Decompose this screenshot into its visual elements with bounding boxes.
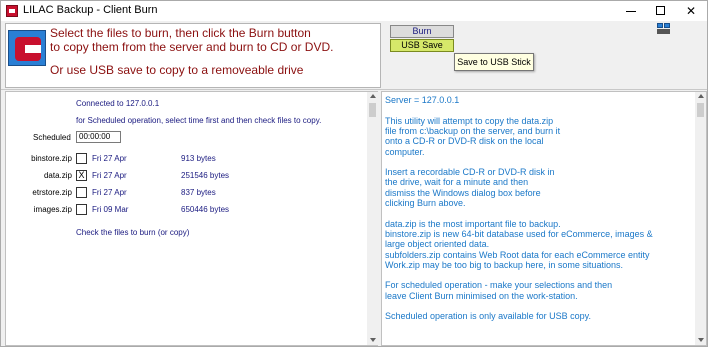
- file-date: Fri 27 Apr: [92, 171, 127, 180]
- scheduled-time-input[interactable]: 00:00:00: [76, 131, 121, 143]
- file-row: data.zip X Fri 27 Apr 251546 bytes: [6, 169, 366, 185]
- scheduled-note: for Scheduled operation, select time fir…: [76, 116, 322, 125]
- info-line: leave Client Burn minimised on the work-…: [385, 290, 578, 301]
- info-line: data.zip is the most important file to b…: [385, 218, 561, 229]
- burn-button[interactable]: Burn: [390, 25, 454, 38]
- lilac-logo-icon: [8, 30, 46, 66]
- file-row: binstore.zip Fri 27 Apr 913 bytes: [6, 152, 366, 168]
- info-panel: Server = 127.0.0.1 This utility will atte…: [381, 91, 707, 346]
- file-checkbox[interactable]: [76, 204, 87, 215]
- logo-c-shape: [15, 37, 41, 61]
- app-window: LILAC Backup - Client Burn ✕ Select the …: [0, 0, 708, 347]
- file-size: 650446 bytes: [181, 205, 230, 214]
- app-logo-icon: [6, 5, 18, 17]
- info-line: For scheduled operation - make your sele…: [385, 280, 613, 291]
- scroll-up-arrow-icon[interactable]: [370, 94, 376, 98]
- info-line: Server = 127.0.0.1: [385, 95, 460, 105]
- file-row: images.zip Fri 09 Mar 650446 bytes: [6, 203, 366, 219]
- network-computers-icon[interactable]: [657, 23, 671, 35]
- file-name: etrstore.zip: [32, 188, 72, 197]
- selection-hint: Check the files to burn (or copy): [76, 228, 190, 237]
- connection-status: Connected to 127.0.0.1: [76, 99, 160, 108]
- scroll-down-arrow-icon[interactable]: [698, 338, 704, 342]
- info-line: computer.: [385, 146, 425, 157]
- info-line: Scheduled operation is only available fo…: [385, 311, 591, 322]
- file-selection-panel: Connected to 127.0.0.1 for Scheduled ope…: [5, 91, 378, 346]
- usb-save-button[interactable]: USB Save: [390, 39, 454, 52]
- instructions-panel: Select the files to burn, then click the…: [5, 23, 381, 88]
- file-checkbox[interactable]: [76, 187, 87, 198]
- scroll-up-arrow-icon[interactable]: [698, 94, 704, 98]
- monitor-right-shape: [664, 23, 670, 28]
- info-line: Work.zip may be too big to backup here, …: [385, 259, 623, 270]
- logo-c-cutout: [25, 45, 41, 53]
- scheduled-label: Scheduled: [33, 133, 71, 142]
- info-line: onto a CD-R or DVD-R disk on the local: [385, 136, 544, 147]
- instruction-line-2: to copy them from the server and burn to…: [50, 40, 334, 54]
- minimize-icon: [626, 11, 636, 12]
- file-date: Fri 09 Mar: [92, 205, 129, 214]
- minimize-button[interactable]: [617, 1, 645, 21]
- right-scrollbar[interactable]: [695, 92, 706, 345]
- info-line: Insert a recordable CD-R or DVD-R disk i…: [385, 167, 555, 178]
- info-line: file from c:\backup on the server, and b…: [385, 125, 561, 136]
- info-line: the drive, wait for a minute and then: [385, 177, 529, 188]
- window-title: LILAC Backup - Client Burn: [23, 4, 158, 16]
- scroll-down-arrow-icon[interactable]: [370, 338, 376, 342]
- base-shape: [657, 29, 670, 34]
- info-line: dismiss the Windows dialog box before: [385, 187, 541, 198]
- title-bar: LILAC Backup - Client Burn ✕: [1, 1, 707, 21]
- info-line: clicking Burn above.: [385, 198, 466, 208]
- file-name: binstore.zip: [31, 154, 72, 163]
- instruction-line-1: Select the files to burn, then click the…: [50, 26, 311, 40]
- usb-save-tooltip: Save to USB Stick: [454, 53, 534, 71]
- file-size: 837 bytes: [181, 188, 216, 197]
- scroll-thumb[interactable]: [697, 103, 704, 117]
- file-checkbox[interactable]: [76, 153, 87, 164]
- info-line: large object oriented data.: [385, 239, 490, 250]
- monitor-left-shape: [657, 23, 663, 28]
- file-row: etrstore.zip Fri 27 Apr 837 bytes: [6, 186, 366, 202]
- instruction-line-3: Or use USB save to copy to a removeable …: [50, 63, 304, 77]
- file-date: Fri 27 Apr: [92, 154, 127, 163]
- file-checkbox[interactable]: X: [76, 170, 87, 181]
- divider: [1, 89, 707, 90]
- info-line: binstore.zip is new 64-bit database used…: [385, 228, 653, 239]
- close-icon: ✕: [685, 4, 697, 18]
- file-name: data.zip: [43, 171, 72, 180]
- scroll-thumb[interactable]: [369, 103, 376, 117]
- info-line: subfolders.zip contains Web Root data fo…: [385, 249, 650, 260]
- file-name: images.zip: [33, 205, 72, 214]
- close-button[interactable]: ✕: [677, 1, 705, 21]
- info-line: This utility will attempt to copy the da…: [385, 115, 554, 126]
- maximize-button[interactable]: [647, 1, 675, 21]
- file-date: Fri 27 Apr: [92, 188, 127, 197]
- maximize-icon: [656, 6, 665, 15]
- left-scrollbar[interactable]: [367, 92, 378, 345]
- file-size: 913 bytes: [181, 154, 216, 163]
- file-size: 251546 bytes: [181, 171, 230, 180]
